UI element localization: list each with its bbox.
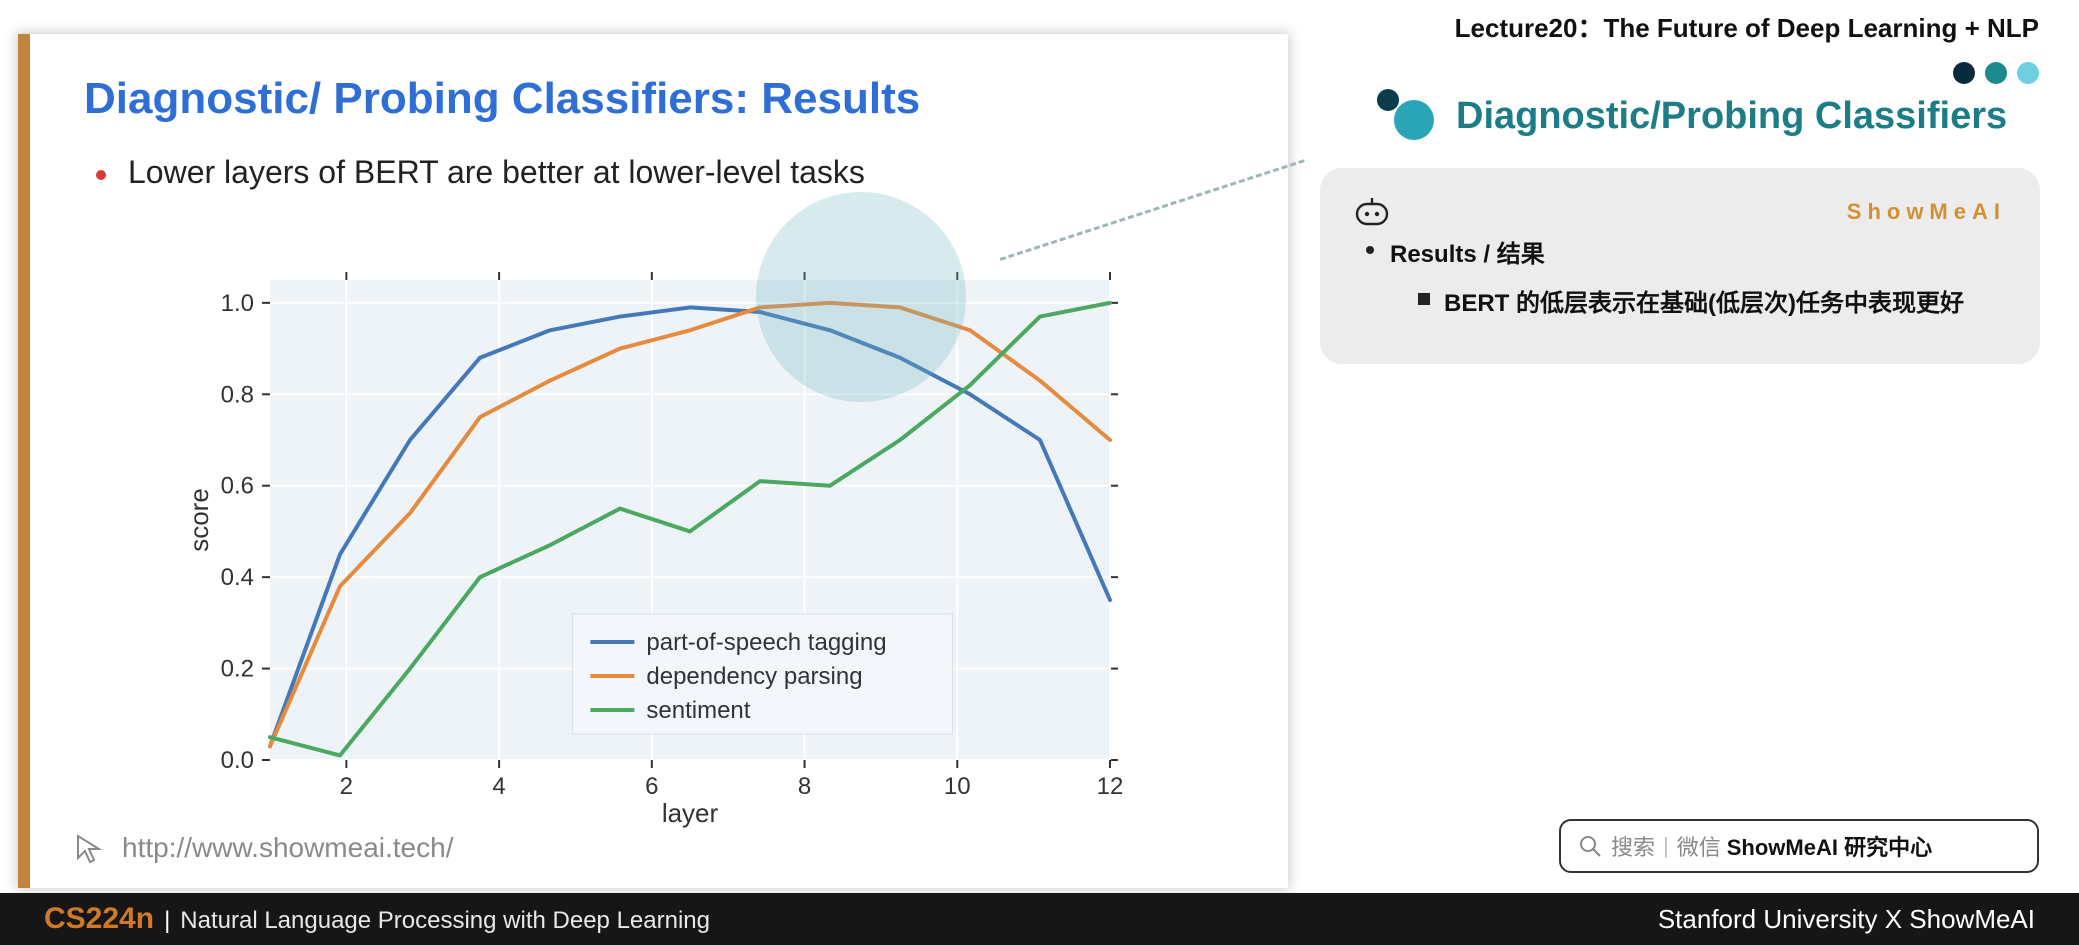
svg-text:part-of-speech tagging: part-of-speech tagging — [646, 629, 886, 656]
svg-text:6: 6 — [645, 773, 658, 800]
svg-text:sentiment: sentiment — [646, 697, 750, 724]
svg-text:12: 12 — [1097, 773, 1124, 800]
footer-right: Stanford University X ShowMeAI — [1658, 904, 2035, 935]
slide-footer-url: http://www.showmeai.tech/ — [122, 832, 453, 864]
note-bullet-2: BERT 的低层表示在基础(低层次)任务中表现更好 — [1354, 283, 2006, 318]
note-bullet-1: Results / 结果 — [1354, 234, 2006, 269]
note-text-2: BERT 的低层表示在基础(低层次)任务中表现更好 — [1444, 283, 1964, 318]
section-header: Diagnostic/Probing Classifiers — [1370, 88, 2007, 145]
svg-text:0.0: 0.0 — [221, 747, 254, 774]
course-subtitle: Natural Language Processing with Deep Le… — [180, 907, 710, 935]
cursor-icon — [74, 832, 106, 864]
highlight-bubble — [756, 192, 966, 402]
course-code: CS224n — [44, 902, 154, 936]
annotation-card: ShowMeAI Results / 结果 BERT 的低层表示在基础(低层次)… — [1320, 168, 2040, 364]
svg-text:layer: layer — [662, 798, 719, 828]
svg-text:0.4: 0.4 — [221, 564, 254, 591]
svg-text:10: 10 — [944, 773, 971, 800]
svg-text:0.6: 0.6 — [221, 473, 254, 500]
svg-text:score: score — [184, 488, 214, 552]
svg-text:0.2: 0.2 — [221, 656, 254, 683]
note-text-1: Results / 结果 — [1390, 234, 1545, 269]
svg-text:dependency parsing: dependency parsing — [646, 663, 862, 690]
search-icon — [1579, 835, 1601, 857]
robot-icon — [1354, 198, 1390, 226]
decorative-dots — [1953, 62, 2039, 84]
search-hint-box: 搜索 | 微信 ShowMeAI 研究中心 — [1559, 819, 2039, 873]
svg-text:1.0: 1.0 — [221, 290, 254, 317]
probing-chart: 0.0 0.2 0.4 0.6 0.8 1.0 2 4 6 8 10 12 layer score part… — [180, 260, 1140, 840]
slide-title: Diagnostic/ Probing Classifiers: Results — [30, 34, 1288, 124]
svg-text:0.8: 0.8 — [221, 381, 254, 408]
svg-text:2: 2 — [340, 773, 353, 800]
blob-icon — [1370, 88, 1440, 145]
search-hint-2: 微信 — [1677, 830, 1721, 862]
slide-bullet-text: Lower layers of BERT are better at lower… — [128, 154, 865, 191]
lecture-title: Lecture20：The Future of Deep Learning + … — [1455, 8, 2039, 45]
section-title: Diagnostic/Probing Classifiers — [1456, 95, 2007, 138]
slide-panel: Diagnostic/ Probing Classifiers: Results… — [18, 34, 1288, 888]
brand-label: ShowMeAI — [1847, 199, 2006, 225]
svg-text:8: 8 — [798, 773, 811, 800]
search-hint-1: 搜索 — [1611, 830, 1655, 862]
slide-bullet: Lower layers of BERT are better at lower… — [30, 124, 1288, 191]
search-strong: ShowMeAI 研究中心 — [1727, 830, 1932, 862]
slide-footer: http://www.showmeai.tech/ — [74, 832, 453, 864]
bottom-bar: CS224n | Natural Language Processing wit… — [0, 893, 2079, 945]
svg-text:4: 4 — [492, 773, 505, 800]
